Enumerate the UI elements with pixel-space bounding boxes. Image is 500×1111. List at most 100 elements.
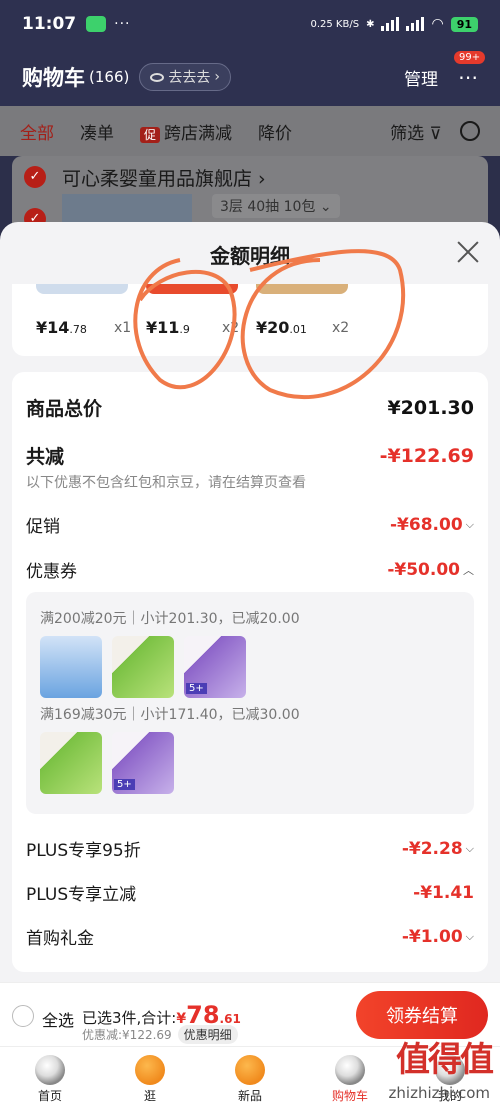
total-amount: ¥201.30 <box>387 396 474 419</box>
discount-summary: 优惠减:¥122.69 优惠明细 <box>82 1025 238 1044</box>
search-icon[interactable] <box>460 121 480 141</box>
spec-label: 3层 40抽 10包 <box>220 199 316 215</box>
tab-new[interactable]: 新品 <box>200 1047 300 1111</box>
plus-direct-row: PLUS专享立减 -¥1.41 <box>26 880 474 906</box>
tab-cart[interactable]: 购物车 <box>300 1047 400 1111</box>
coupon-amount: -¥50.00 <box>387 559 460 580</box>
status-time: 11:07 <box>22 14 77 34</box>
battery-icon: 91 <box>450 16 478 32</box>
goods-image <box>36 284 128 294</box>
tab-browse-label: 逛 <box>143 1088 156 1103</box>
network-speed: 0.25 KB/S <box>310 18 360 30</box>
more-menu-button[interactable]: 99+ ⋯ <box>454 51 486 89</box>
goods-price: ¥20.01 <box>256 318 307 337</box>
bluetooth-icon: ✱ <box>366 18 375 30</box>
signal-icon <box>381 17 400 31</box>
coupon-1-products: 5+ <box>40 636 246 698</box>
filter-button[interactable]: 筛选 ⊽ <box>390 119 442 144</box>
reduce-amount: -¥122.69 <box>379 444 474 467</box>
qty-badge: 5+ <box>186 683 207 694</box>
promo-amount: -¥68.00 <box>389 514 463 535</box>
browse-pill[interactable]: 去去去 › <box>139 63 231 91</box>
filter-icon: ⊽ <box>429 123 442 144</box>
sheet-title: 金额明细 <box>210 244 290 268</box>
goods-image <box>146 284 238 294</box>
promo-row[interactable]: 促销 -¥68.00 ⌵ <box>26 512 474 538</box>
first-gift-amount: -¥1.00 <box>401 926 463 947</box>
reduce-row: 共减 -¥122.69 <box>26 442 474 469</box>
coupon-row[interactable]: 优惠券 -¥50.00 ︿ <box>26 557 474 583</box>
close-icon[interactable] <box>456 240 480 264</box>
plus-direct-label: PLUS专享立减 <box>26 885 137 905</box>
astronaut-cart-icon <box>335 1054 365 1085</box>
goods-summary: ¥14.78 x1 ¥11.9 x2 ¥20.01 x2 <box>12 284 488 356</box>
product-thumbnail[interactable]: 5+ <box>184 636 246 698</box>
tab-price-drop[interactable]: 降价 <box>258 119 292 144</box>
tab-home-label: 首页 <box>37 1088 62 1103</box>
chevron-down-icon: ⌵ <box>465 517 474 531</box>
planet-browse-icon <box>135 1054 165 1085</box>
manage-button[interactable]: 管理 <box>404 65 438 90</box>
plus95-amount: -¥2.28 <box>401 838 463 859</box>
goods-image <box>256 284 348 294</box>
store-name-label: 可心柔婴童用品旗舰店 <box>62 168 253 190</box>
wechat-icon <box>86 16 107 32</box>
wifi-icon: ◠ <box>431 16 444 32</box>
status-more-icon: ··· <box>114 16 131 32</box>
product-thumbnail[interactable] <box>40 636 102 698</box>
chevron-right-icon: › <box>214 69 220 85</box>
promo-amount-wrap: -¥68.00 ⌵ <box>390 515 474 535</box>
plus-direct-amount: -¥1.41 <box>413 882 474 903</box>
cart-header: 购物车 (166) 去去去 › 管理 99+ ⋯ <box>0 48 500 106</box>
goods-price: ¥11.9 <box>146 318 190 337</box>
coupon-rule-1: 满200减20元｜小计201.30，已减20.00 <box>40 611 300 627</box>
first-gift-row[interactable]: 首购礼金 -¥1.00 ⌵ <box>26 924 474 950</box>
tab-bundle[interactable]: 凑单 <box>80 119 114 144</box>
tab-browse[interactable]: 逛 <box>100 1047 200 1111</box>
cart-count: (166) <box>89 68 130 86</box>
status-right: 0.25 KB/S ✱ ◠ 91 <box>310 16 478 32</box>
discount-note: 以下优惠不包含红包和京豆，请在结算页查看 <box>26 475 306 491</box>
eye-icon <box>150 72 165 82</box>
store-check-icon[interactable]: ✓ <box>24 166 46 188</box>
goods-qty: x2 <box>332 320 350 336</box>
discount-detail-button[interactable]: 优惠明细 <box>177 1025 238 1044</box>
product-thumbnail[interactable]: 5+ <box>112 732 174 794</box>
astronaut-home-icon <box>35 1054 65 1085</box>
coupon-rule-2: 满169减30元｜小计171.40，已减30.00 <box>40 707 300 723</box>
tab-all[interactable]: 全部 <box>20 119 54 144</box>
plus95-amount-wrap: -¥2.28 ⌵ <box>402 839 474 859</box>
discount-text: 优惠减:¥122.69 <box>82 1028 172 1042</box>
amount-detail-sheet: 金额明细 ¥14.78 x1 ¥11.9 x2 ¥20.01 x2 商品总价 ¥… <box>0 222 500 982</box>
promo-label: 促销 <box>26 517 60 537</box>
tab-cross-store-label: 跨店满减 <box>164 123 233 144</box>
filter-label: 筛选 <box>390 123 425 144</box>
planet-new-icon <box>235 1054 265 1085</box>
first-gift-amount-wrap: -¥1.00 ⌵ <box>402 927 474 947</box>
tab-home[interactable]: 首页 <box>0 1047 100 1111</box>
select-all-radio[interactable] <box>12 1005 34 1027</box>
goods-qty: x2 <box>222 320 240 336</box>
coupon-label: 优惠券 <box>26 562 77 582</box>
tab-cross-store[interactable]: 促跨店满减 <box>140 119 232 144</box>
goods-price: ¥14.78 <box>36 318 87 337</box>
total-row: 商品总价 ¥201.30 <box>26 394 474 421</box>
total-label: 商品总价 <box>26 398 103 420</box>
promo-tag: 促 <box>140 126 161 143</box>
qty-badge: 5+ <box>114 779 135 790</box>
select-all-label[interactable]: 全选 <box>42 1007 74 1031</box>
coupon-breakdown: 满200减20元｜小计201.30，已减20.00 5+ 满169减30元｜小计… <box>26 592 474 814</box>
watermark-logo: 值得值 <box>396 1040 494 1080</box>
coupon-amount-wrap: -¥50.00 ︿ <box>387 560 474 580</box>
plus95-label: PLUS专享95折 <box>26 841 141 861</box>
signal-icon-2 <box>406 17 425 31</box>
plus95-row[interactable]: PLUS专享95折 -¥2.28 ⌵ <box>26 836 474 862</box>
store-name[interactable]: 可心柔婴童用品旗舰店 › <box>62 164 266 191</box>
product-thumbnail[interactable] <box>112 636 174 698</box>
tab-cart-label: 购物车 <box>331 1088 368 1103</box>
goods-qty: x1 <box>114 320 132 336</box>
more-dots-icon: ⋯ <box>458 65 478 89</box>
reduce-label: 共减 <box>26 446 65 468</box>
spec-selector[interactable]: 3层 40抽 10包 ⌄ <box>212 194 340 218</box>
product-thumbnail[interactable] <box>40 732 102 794</box>
